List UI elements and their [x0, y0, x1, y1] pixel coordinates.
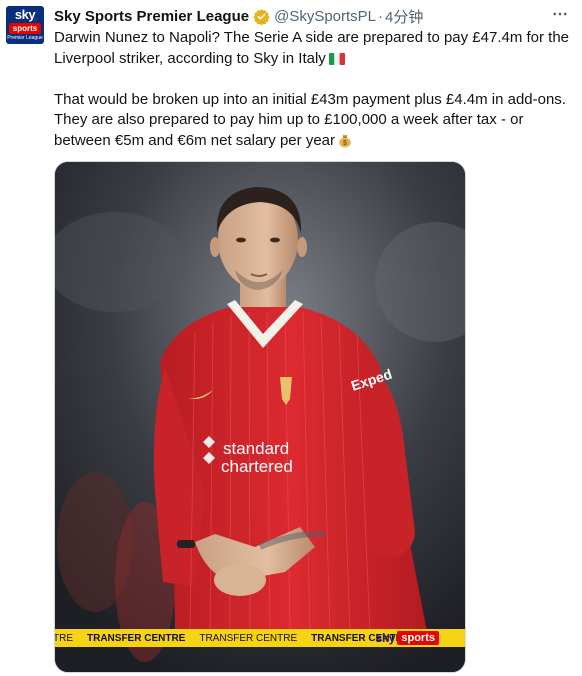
tweet-header: Sky Sports Premier League @SkySportsPL ·… [54, 6, 423, 26]
shirt-sponsor-line1: standard [223, 439, 289, 458]
timestamp[interactable]: 4分钟 [385, 6, 423, 27]
svg-text:$: $ [343, 140, 347, 147]
separator-dot: · [378, 7, 384, 25]
money-bag-icon: $ [337, 132, 353, 148]
verified-badge-icon [253, 8, 270, 25]
ticker-item-3: TRANSFER CENTRE [199, 632, 298, 644]
ticker-item-2: TRANSFER CENTRE [87, 632, 186, 644]
avatar[interactable]: sky sports Premier League [6, 6, 44, 44]
tweet-media-image[interactable]: standard chartered Exped TRE TRANSFER CE… [54, 161, 466, 673]
sky-sports-logo: sky sports [375, 630, 453, 646]
handle[interactable]: @SkySportsPL [274, 8, 376, 25]
tweet-text: Darwin Nunez to Napoli? The Serie A side… [54, 28, 578, 151]
display-name[interactable]: Sky Sports Premier League [54, 8, 249, 25]
avatar-league-text: Premier League [7, 35, 43, 41]
player-photo: standard chartered Exped [55, 162, 465, 672]
ticker-item-1: TRE [55, 632, 73, 644]
italy-flag-icon [328, 51, 345, 65]
sports-logo-text: sports [397, 631, 439, 645]
tweet-paragraph-1: Darwin Nunez to Napoli? The Serie A side… [54, 29, 570, 67]
shirt-sponsor-line2: chartered [221, 457, 293, 476]
more-options-icon[interactable] [548, 2, 572, 26]
avatar-sports-text: sports [9, 23, 41, 34]
transfer-centre-ticker: TRE TRANSFER CENTRE TRANSFER CENTRE TRAN… [55, 629, 465, 647]
tweet: sky sports Premier League Sky Sports Pre… [0, 0, 582, 676]
avatar-sky-text: sky [14, 7, 36, 22]
tweet-paragraph-2: That would be broken up into an initial … [54, 90, 566, 149]
sky-logo-text: sky [375, 631, 396, 645]
